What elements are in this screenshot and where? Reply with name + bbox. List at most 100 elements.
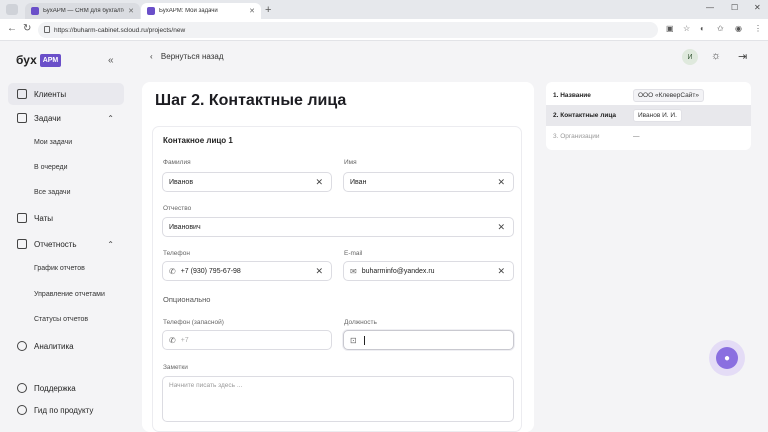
collections-icon[interactable]: ✩: [717, 24, 724, 33]
back-link[interactable]: ‹ Вернуться назад: [150, 52, 224, 61]
sidebar-subitem-report-schedule[interactable]: График отчетов: [34, 265, 85, 272]
profile-icon[interactable]: ◉: [735, 24, 742, 33]
steps-panel: 1. Название ООО «КлеверСайт» 2. Контактн…: [546, 82, 751, 150]
step-item-organizations[interactable]: 3. Организации —: [546, 126, 751, 147]
tab-title: БухАРМ — CRM для бухгалтер...: [43, 8, 124, 14]
chat-support-button[interactable]: ●: [709, 340, 745, 376]
sidebar-item-product-guide[interactable]: Гид по продукту: [8, 399, 124, 421]
sidebar-subitem-all-tasks[interactable]: Все задачи: [34, 189, 71, 196]
logout-icon[interactable]: ⇥: [738, 50, 747, 63]
position-field[interactable]: ⊡: [343, 330, 514, 350]
document-icon: [17, 239, 27, 249]
theme-sun-icon[interactable]: ☼: [711, 50, 721, 62]
clear-icon[interactable]: ✕: [315, 266, 323, 277]
step-name: 1. Название: [553, 92, 591, 99]
mail-icon: ✉: [350, 266, 357, 276]
book-icon: [17, 89, 27, 99]
email-label: E-mail: [344, 250, 363, 257]
last-name-label: Фамилия: [163, 159, 191, 166]
sidebar-item-analytics[interactable]: Аналитика: [8, 335, 124, 357]
browser-tab-bar: БухАРМ — CRM для бухгалтер... ✕ БухАРМ: …: [0, 0, 768, 19]
minimize-icon[interactable]: —: [706, 3, 714, 12]
clear-icon[interactable]: ✕: [315, 177, 323, 188]
patronymic-value: Иванович: [169, 223, 201, 231]
last-name-field[interactable]: Иванов ✕: [162, 172, 332, 192]
sidebar-item-label: Гид по продукту: [34, 405, 94, 415]
close-icon[interactable]: ✕: [128, 7, 134, 15]
sidebar-item-label: Поддержка: [34, 383, 76, 393]
sidebar-subitem-report-statuses[interactable]: Статусы отчетов: [34, 316, 88, 323]
sidebar-item-label: Чаты: [34, 213, 54, 223]
chevron-up-icon: ⌃: [107, 239, 114, 249]
sidebar-subitem-my-tasks[interactable]: Мои задачи: [34, 139, 72, 146]
tab-title: БухАРМ: Мои задачи: [159, 8, 218, 14]
phone-icon: ✆: [169, 266, 176, 276]
page-title: Шаг 2. Контактные лица: [155, 92, 347, 109]
optional-heading: Опционально: [163, 295, 211, 304]
favorite-star-icon[interactable]: ☆: [683, 24, 690, 33]
tab-favicon-icon: [31, 7, 39, 15]
logo-badge: АРМ: [39, 53, 62, 67]
sidebar-item-clients[interactable]: Клиенты: [8, 83, 124, 105]
window-close-icon[interactable]: ✕: [754, 3, 761, 12]
url-field[interactable]: https://buharm-cabinet.scloud.ru/project…: [38, 22, 658, 38]
backup-phone-field[interactable]: ✆ +7: [162, 330, 332, 350]
reload-icon[interactable]: ↻: [23, 23, 31, 34]
reader-icon[interactable]: ▣: [666, 24, 674, 33]
pie-chart-icon: [17, 341, 27, 351]
browser-address-bar: ← ↻ https://buharm-cabinet.scloud.ru/pro…: [0, 19, 768, 41]
extension-icon[interactable]: ◐: [700, 24, 705, 33]
logo-text: бух: [16, 53, 37, 67]
url-text: https://buharm-cabinet.scloud.ru/project…: [54, 26, 186, 34]
chevron-left-icon: ‹: [150, 52, 153, 61]
patronymic-field[interactable]: Иванович ✕: [162, 217, 514, 237]
close-icon[interactable]: ✕: [249, 7, 255, 15]
step-item-name[interactable]: 1. Название ООО «КлеверСайт»: [546, 85, 751, 106]
sidebar-item-label: Задачи: [34, 113, 61, 123]
text-caret: [363, 335, 365, 345]
backup-phone-label: Телефон (запасной): [163, 319, 224, 326]
patronymic-label: Отчество: [163, 205, 192, 212]
sidebar-item-support[interactable]: Поддержка: [8, 377, 124, 399]
browser-tab-crm[interactable]: БухАРМ — CRM для бухгалтер... ✕: [25, 3, 140, 19]
avatar[interactable]: И: [682, 49, 698, 65]
collapse-sidebar-icon[interactable]: «: [108, 55, 114, 66]
new-tab-button[interactable]: +: [265, 3, 271, 17]
contact-heading: Контакное лицо 1: [163, 136, 233, 145]
backup-phone-placeholder: +7: [180, 336, 189, 344]
clear-icon[interactable]: ✕: [497, 266, 505, 277]
phone-icon: ✆: [169, 335, 176, 345]
sidebar: бух АРМ « Клиенты Задачи ⌃ Мои задачи В …: [0, 41, 130, 432]
tab-actions-menu[interactable]: [6, 4, 18, 15]
app-logo[interactable]: бух АРМ: [16, 53, 62, 67]
step-name: 3. Организации: [553, 133, 600, 140]
step-name: 2. Контактные лица: [553, 112, 617, 119]
browser-tab-my-tasks[interactable]: БухАРМ: Мои задачи ✕: [141, 3, 261, 19]
back-label: Вернуться назад: [160, 52, 224, 61]
clear-icon[interactable]: ✕: [497, 222, 505, 233]
back-arrow-icon[interactable]: ←: [7, 23, 17, 34]
briefcase-icon: ⊡: [350, 335, 357, 345]
maximize-icon[interactable]: ☐: [731, 3, 738, 12]
notes-label: Заметки: [163, 364, 188, 371]
clear-icon[interactable]: ✕: [497, 177, 505, 188]
phone-label: Телефон: [163, 250, 190, 257]
step-value: Иванов И. И.: [633, 109, 682, 122]
first-name-field[interactable]: Иван ✕: [343, 172, 514, 192]
sidebar-item-chats[interactable]: Чаты: [8, 207, 124, 229]
first-name-label: Имя: [344, 159, 357, 166]
email-field[interactable]: ✉ buharminfo@yandex.ru ✕: [343, 261, 514, 281]
sidebar-item-tasks[interactable]: Задачи ⌃: [8, 107, 124, 129]
help-icon: [17, 405, 27, 415]
sidebar-subitem-report-management[interactable]: Управление отчетами: [34, 291, 105, 298]
email-value: buharminfo@yandex.ru: [361, 267, 435, 275]
step-item-contacts[interactable]: 2. Контактные лица Иванов И. И.: [546, 105, 751, 126]
phone-field[interactable]: ✆ +7 (930) 795-67-98 ✕: [162, 261, 332, 281]
checkbox-icon: [17, 113, 27, 123]
sidebar-item-reports[interactable]: Отчетность ⌃: [8, 233, 124, 255]
sidebar-subitem-queue[interactable]: В очереди: [34, 164, 68, 171]
notes-textarea[interactable]: Начните писать здесь ...: [162, 376, 514, 422]
last-name-value: Иванов: [169, 178, 194, 186]
more-menu-icon[interactable]: ⋮: [754, 24, 762, 33]
sidebar-item-label: Аналитика: [34, 341, 74, 351]
